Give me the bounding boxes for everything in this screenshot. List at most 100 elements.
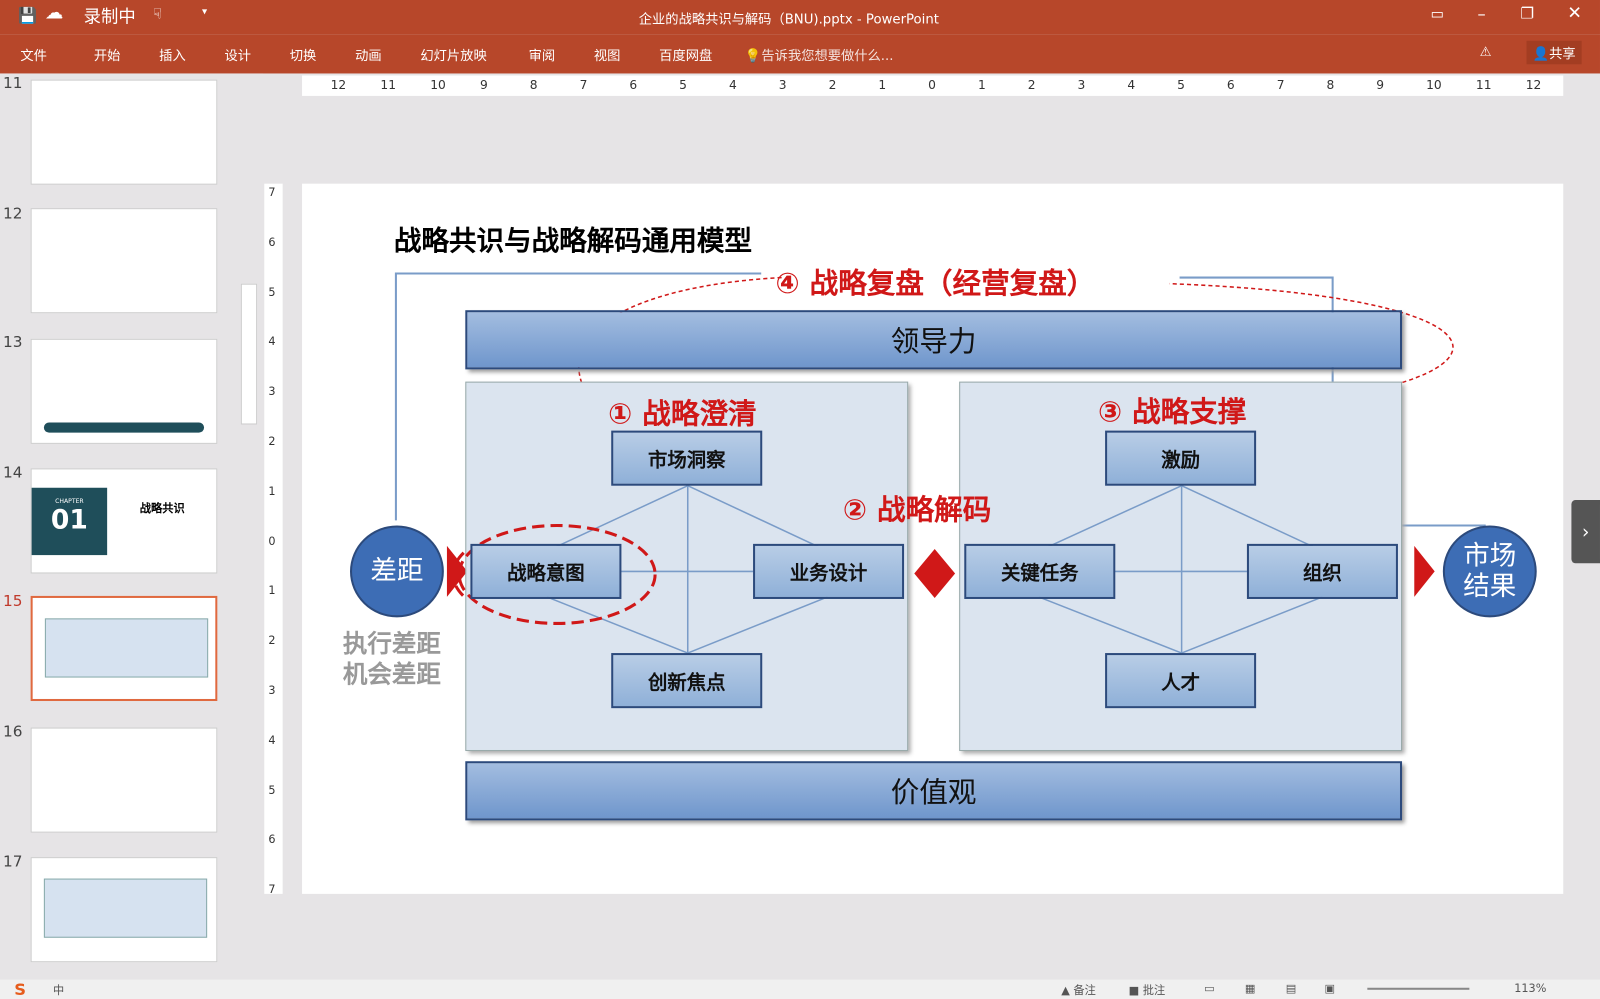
slide-thumbnail-12[interactable] bbox=[30, 208, 218, 314]
ruler-tick-label: 12 bbox=[1525, 77, 1542, 92]
ruler-tick-label: 5 bbox=[268, 783, 276, 797]
tab-design[interactable]: 设计 bbox=[224, 45, 251, 64]
ruler-tick-label: 5 bbox=[1177, 77, 1185, 92]
ruler-tick-label: 0 bbox=[268, 534, 276, 548]
thumbnail-title: 战略共识 bbox=[139, 502, 185, 516]
ruler-tick-label: 9 bbox=[1376, 77, 1385, 92]
horizontal-ruler: 12 11 10 9 8 7 6 5 4 3 2 1 0 1 2 3 4 5 6 7 8 9 10 11 12 bbox=[302, 75, 1564, 96]
incentive-box: 激励 bbox=[1105, 430, 1257, 486]
ribbon-tabs: 文件 开始 插入 设计 切换 动画 幻灯片放映 审阅 视图 百度网盘 💡告诉我您… bbox=[0, 34, 1600, 74]
tab-transitions[interactable]: 切换 bbox=[290, 45, 317, 64]
slide-thumbnail-16[interactable] bbox=[30, 727, 218, 833]
key-tasks-box: 关键任务 bbox=[964, 543, 1116, 599]
ruler-tick-label: 6 bbox=[1226, 77, 1235, 92]
ruler-tick-label: 1 bbox=[878, 77, 887, 92]
ruler-tick-label: 12 bbox=[330, 77, 347, 92]
ruler-tick-label: 5 bbox=[679, 77, 687, 92]
ime-mode[interactable]: 中 bbox=[53, 982, 64, 998]
tab-view[interactable]: 视图 bbox=[594, 45, 621, 64]
ruler-tick-label: 1 bbox=[977, 77, 986, 92]
slide-thumbnail-15-selected[interactable] bbox=[30, 595, 218, 702]
ruler-tick-label: 7 bbox=[268, 882, 276, 897]
ruler-tick-label: 4 bbox=[268, 335, 276, 349]
tell-me-input[interactable]: 💡告诉我您想要做什么... bbox=[745, 45, 894, 64]
vertical-ruler: 7 6 5 4 3 2 1 0 1 2 3 4 5 6 7 bbox=[264, 183, 283, 897]
ruler-tick-label: 3 bbox=[778, 77, 787, 92]
tab-file[interactable]: 文件 bbox=[20, 45, 47, 64]
ruler-tick-label: 0 bbox=[928, 77, 936, 92]
title-bar: 💾 ☁ 录制中 ☟ ▾ 企业的战略共识与解码（BNU).pptx - Power… bbox=[0, 0, 1600, 35]
next-slide-chevron-icon[interactable]: › bbox=[1571, 499, 1600, 564]
ruler-tick-label: 7 bbox=[1276, 77, 1285, 92]
ruler-tick-label: 6 bbox=[629, 77, 638, 92]
zoom-level[interactable]: 113% bbox=[1514, 982, 1546, 995]
panel-lines bbox=[457, 485, 1323, 654]
tab-review[interactable]: 审阅 bbox=[529, 45, 556, 64]
ruler-tick-label: 10 bbox=[430, 77, 446, 92]
ruler-tick-label: 2 bbox=[1027, 77, 1036, 92]
business-design-box: 业务设计 bbox=[753, 543, 905, 599]
slide-thumbnail-11[interactable] bbox=[30, 79, 218, 185]
ruler-tick-label: 6 bbox=[268, 235, 276, 249]
touch-mode-icon[interactable]: ☟ bbox=[153, 6, 162, 22]
ruler-tick-label: 2 bbox=[268, 434, 276, 448]
slide-thumbnail-17[interactable] bbox=[30, 857, 218, 963]
reading-view-icon[interactable]: ▤ bbox=[1286, 982, 1297, 995]
slide-number: 13 bbox=[3, 332, 23, 352]
ruler-tick-label: 6 bbox=[268, 833, 276, 847]
status-bar: S 中 ▲ 备注 ■ 批注 ▭ ▦ ▤ ▣ 113% bbox=[0, 979, 1600, 999]
slide-number: 17 bbox=[3, 852, 23, 871]
ruler-tick-label: 1 bbox=[268, 584, 276, 598]
ruler-tick-label: 4 bbox=[1127, 77, 1136, 92]
thumbnail-scrollbar[interactable] bbox=[240, 283, 258, 425]
ruler-tick-label: 8 bbox=[1326, 77, 1335, 92]
tab-insert[interactable]: 插入 bbox=[159, 45, 186, 64]
normal-view-icon[interactable]: ▭ bbox=[1204, 982, 1215, 995]
organization-box: 组织 bbox=[1246, 543, 1398, 599]
share-button[interactable]: 👤共享 bbox=[1526, 40, 1582, 65]
tab-slideshow[interactable]: 幻灯片放映 bbox=[420, 45, 486, 64]
ribbon-display-icon[interactable]: ▭ bbox=[1431, 6, 1445, 22]
close-button[interactable]: ✕ bbox=[1567, 3, 1582, 23]
qat-dropdown-icon[interactable]: ▾ bbox=[202, 6, 207, 17]
slide-thumbnail-13[interactable] bbox=[30, 338, 218, 444]
ruler-tick-label: 3 bbox=[268, 683, 276, 697]
slide-number: 14 bbox=[3, 463, 23, 482]
notes-button[interactable]: ▲ 备注 bbox=[1061, 982, 1096, 998]
zoom-slider[interactable] bbox=[1367, 987, 1470, 990]
slide-sorter-icon[interactable]: ▦ bbox=[1245, 982, 1256, 995]
ruler-tick-label: 4 bbox=[728, 77, 737, 92]
cloud-icon: ☁ bbox=[44, 2, 64, 24]
strategic-intent-box: 战略意图 bbox=[470, 543, 622, 599]
ruler-tick-label: 11 bbox=[380, 77, 396, 92]
chapter-label: CHAPTER bbox=[55, 497, 84, 506]
person-icon: 👤 bbox=[1532, 46, 1550, 63]
tab-animations[interactable]: 动画 bbox=[355, 45, 382, 64]
sogou-ime-icon[interactable]: S bbox=[14, 980, 26, 999]
clarify-label: ① 战略澄清 bbox=[608, 396, 757, 431]
support-label: ③ 战略支撑 bbox=[1097, 394, 1247, 429]
maximize-button[interactable]: ❐ bbox=[1520, 4, 1534, 22]
tab-home[interactable]: 开始 bbox=[94, 45, 121, 64]
ruler-tick-label: 7 bbox=[268, 185, 276, 199]
lightbulb-icon: 💡 bbox=[744, 48, 762, 65]
minimize-button[interactable]: – bbox=[1478, 4, 1486, 23]
comments-label: 批注 bbox=[1142, 983, 1166, 997]
talent-box: 人才 bbox=[1105, 653, 1257, 709]
ruler-tick-label: 9 bbox=[479, 77, 488, 92]
tab-baidu[interactable]: 百度网盘 bbox=[659, 45, 712, 64]
comments-button[interactable]: ■ 批注 bbox=[1129, 982, 1166, 998]
ruler-tick-label: 3 bbox=[1077, 77, 1086, 92]
slide-number: 11 bbox=[3, 73, 23, 92]
warning-icon[interactable]: ⚠ bbox=[1480, 45, 1492, 60]
market-insight-box: 市场洞察 bbox=[611, 430, 763, 486]
ruler-tick-label: 5 bbox=[268, 285, 276, 299]
slide-number: 15 bbox=[3, 591, 23, 611]
save-icon[interactable]: 💾 bbox=[18, 6, 37, 24]
ruler-tick-label: 3 bbox=[268, 384, 276, 399]
notes-label: 备注 bbox=[1073, 983, 1096, 997]
slide-canvas: 战略共识与战略解码通用模型 ④ 战略复盘（经营复盘） 领导力 ① 战略澄清 ② … bbox=[302, 183, 1564, 894]
slide-thumbnail-14[interactable]: CHAPTER 01 战略共识 bbox=[30, 468, 218, 574]
slideshow-icon[interactable]: ▣ bbox=[1324, 982, 1335, 995]
slide-number: 12 bbox=[3, 204, 23, 223]
